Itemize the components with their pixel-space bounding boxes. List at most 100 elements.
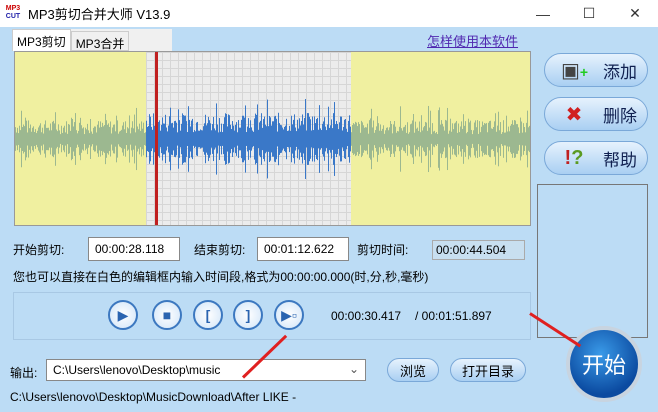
waveform-sample <box>235 124 236 154</box>
waveform-sample <box>149 114 150 164</box>
start-button[interactable]: 开始 <box>566 326 642 402</box>
waveform-sample <box>426 122 427 156</box>
waveform-editor[interactable] <box>14 51 531 226</box>
waveform-sample <box>397 130 398 148</box>
waveform-sample <box>59 130 60 148</box>
waveform-sample <box>80 117 81 161</box>
play-button[interactable]: ▶ <box>108 300 138 330</box>
waveform-sample <box>434 130 435 148</box>
waveform-sample <box>503 120 504 158</box>
waveform-sample <box>168 125 169 153</box>
waveform-sample <box>145 132 146 146</box>
set-start-button[interactable]: [ <box>193 300 223 330</box>
waveform-sample <box>399 126 400 152</box>
tab-mp3-merge[interactable]: MP3合并 <box>70 31 130 51</box>
waveform-sample <box>512 120 513 158</box>
browse-button[interactable]: 浏览 <box>387 358 439 382</box>
maximize-button[interactable]: ☐ <box>566 0 612 27</box>
waveform-sample <box>332 128 333 150</box>
output-path-select[interactable]: C:\Users\lenovo\Desktop\music ⌄ <box>46 359 366 381</box>
waveform-sample <box>113 124 114 154</box>
waveform-sample <box>324 117 325 161</box>
open-directory-button[interactable]: 打开目录 <box>450 358 526 382</box>
tab-mp3-cut[interactable]: MP3剪切 <box>12 29 71 51</box>
waveform-sample <box>76 130 77 148</box>
waveform-sample <box>429 127 430 151</box>
waveform-sample <box>96 132 97 146</box>
waveform-sample <box>152 129 153 149</box>
waveform-sample <box>94 126 95 152</box>
waveform-sample <box>420 132 421 146</box>
waveform-sample <box>418 130 419 148</box>
waveform-sample <box>204 123 205 155</box>
minimize-button[interactable]: — <box>520 0 566 27</box>
waveform-sample <box>334 102 335 176</box>
waveform-sample <box>171 123 172 155</box>
waveform-sample <box>280 124 281 154</box>
start-cut-input[interactable]: 00:00:28.118 <box>88 237 180 261</box>
add-button[interactable]: ▣+ 添加 <box>544 53 648 87</box>
waveform-sample <box>217 124 218 154</box>
waveform-sample <box>45 120 46 158</box>
play-selection-button[interactable]: ▶▫ <box>274 300 304 330</box>
waveform-sample <box>134 114 135 164</box>
waveform-sample <box>261 113 262 165</box>
waveform-sample <box>476 127 477 151</box>
close-button[interactable]: ✕ <box>612 0 658 27</box>
waveform-sample <box>81 125 82 153</box>
waveform-sample <box>504 132 505 146</box>
waveform-sample <box>412 120 413 158</box>
waveform-sample <box>376 126 377 152</box>
waveform-sample <box>275 115 276 163</box>
waveform-sample <box>344 119 345 159</box>
waveform-sample <box>520 117 521 161</box>
waveform-sample <box>440 124 441 154</box>
waveform-sample <box>525 132 526 146</box>
waveform-sample <box>309 116 310 162</box>
waveform-sample <box>224 117 225 161</box>
help-link[interactable]: 怎样使用本软件 <box>427 31 518 50</box>
waveform-sample <box>100 121 101 157</box>
waveform-sample <box>273 121 274 157</box>
waveform-sample <box>266 126 267 152</box>
stop-button[interactable]: ■ <box>152 300 182 330</box>
waveform-sample <box>180 130 181 148</box>
help-button[interactable]: !? 帮助 <box>544 141 648 175</box>
waveform-sample <box>392 133 393 145</box>
waveform-sample <box>439 107 440 171</box>
waveform-sample <box>162 117 163 161</box>
waveform-sample <box>68 124 69 154</box>
waveform-sample <box>142 128 143 150</box>
waveform-sample <box>90 119 91 159</box>
waveform-sample <box>446 120 447 158</box>
waveform-sample <box>135 132 136 146</box>
waveform-sample <box>213 116 214 162</box>
waveform-sample <box>458 123 459 155</box>
waveform-sample <box>192 118 193 160</box>
waveform-sample <box>22 127 23 151</box>
waveform-sample <box>163 123 164 155</box>
waveform-sample <box>255 113 256 165</box>
waveform-sample <box>509 131 510 147</box>
output-label: 输出: <box>10 366 38 380</box>
waveform-sample <box>95 126 96 152</box>
waveform-sample <box>489 121 490 157</box>
waveform-sample <box>289 125 290 153</box>
waveform-sample <box>250 120 251 158</box>
waveform-sample <box>453 129 454 149</box>
delete-button[interactable]: ✖ 删除 <box>544 97 648 131</box>
waveform-sample <box>365 127 366 151</box>
waveform-sample <box>336 120 337 158</box>
waveform-sample <box>30 124 31 154</box>
waveform-sample <box>112 127 113 151</box>
set-end-button[interactable]: ] <box>233 300 263 330</box>
end-cut-input[interactable]: 00:01:12.622 <box>257 237 349 261</box>
playhead-marker[interactable] <box>155 52 158 225</box>
waveform-sample <box>199 130 200 148</box>
duration-value: 00:00:44.504 <box>432 240 525 260</box>
waveform-sample <box>323 121 324 157</box>
waveform-sample <box>104 125 105 153</box>
waveform-sample <box>16 132 17 146</box>
waveform-sample <box>67 133 68 145</box>
waveform-sample <box>151 126 152 152</box>
